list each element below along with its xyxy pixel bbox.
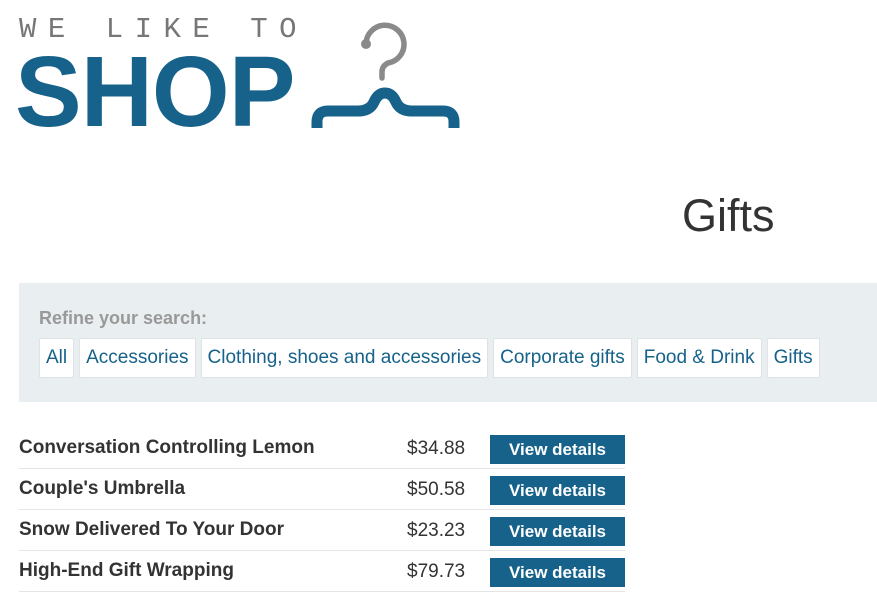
product-table: Conversation Controlling Lemon $34.88 Vi… xyxy=(19,428,625,592)
page: WE LIKE TO SHOP Gifts Refine your search… xyxy=(0,0,877,598)
product-price: $23.23 xyxy=(407,520,466,541)
product-name: Conversation Controlling Lemon xyxy=(19,437,315,458)
product-name: Snow Delivered To Your Door xyxy=(19,519,284,540)
filter-all[interactable]: All xyxy=(39,338,75,378)
filter-gifts[interactable]: Gifts xyxy=(766,338,820,378)
filter-accessories[interactable]: Accessories xyxy=(79,338,196,378)
view-details-button[interactable]: View details xyxy=(490,435,625,464)
product-price: $34.88 xyxy=(407,438,466,459)
product-name: High-End Gift Wrapping xyxy=(19,560,234,581)
product-price: $79.73 xyxy=(407,561,466,582)
product-price: $50.58 xyxy=(407,479,466,500)
product-name: Couple's Umbrella xyxy=(19,478,186,499)
filter-clothing-shoes-accessories[interactable]: Clothing, shoes and accessories xyxy=(200,338,489,378)
table-row: Snow Delivered To Your Door $23.23 View … xyxy=(19,510,625,551)
site-logo[interactable]: WE LIKE TO SHOP xyxy=(15,14,468,142)
view-details-button[interactable]: View details xyxy=(490,476,625,505)
view-details-button[interactable]: View details xyxy=(490,517,625,546)
hanger-icon xyxy=(311,22,460,128)
filter-corporate-gifts[interactable]: Corporate gifts xyxy=(493,338,632,378)
table-row: High-End Gift Wrapping $79.73 View detai… xyxy=(19,551,625,592)
refine-label: Refine your search: xyxy=(39,308,208,328)
page-title: Gifts xyxy=(682,190,775,241)
table-row: Conversation Controlling Lemon $34.88 Vi… xyxy=(19,428,625,469)
category-filter-list: All Accessories Clothing, shoes and acce… xyxy=(39,338,820,378)
logo-wordmark: SHOP xyxy=(15,36,295,148)
refine-search-panel: Refine your search: All Accessories Clot… xyxy=(19,283,877,402)
table-row: Couple's Umbrella $50.58 View details xyxy=(19,469,625,510)
view-details-button[interactable]: View details xyxy=(490,558,625,587)
filter-food-drink[interactable]: Food & Drink xyxy=(636,338,762,378)
